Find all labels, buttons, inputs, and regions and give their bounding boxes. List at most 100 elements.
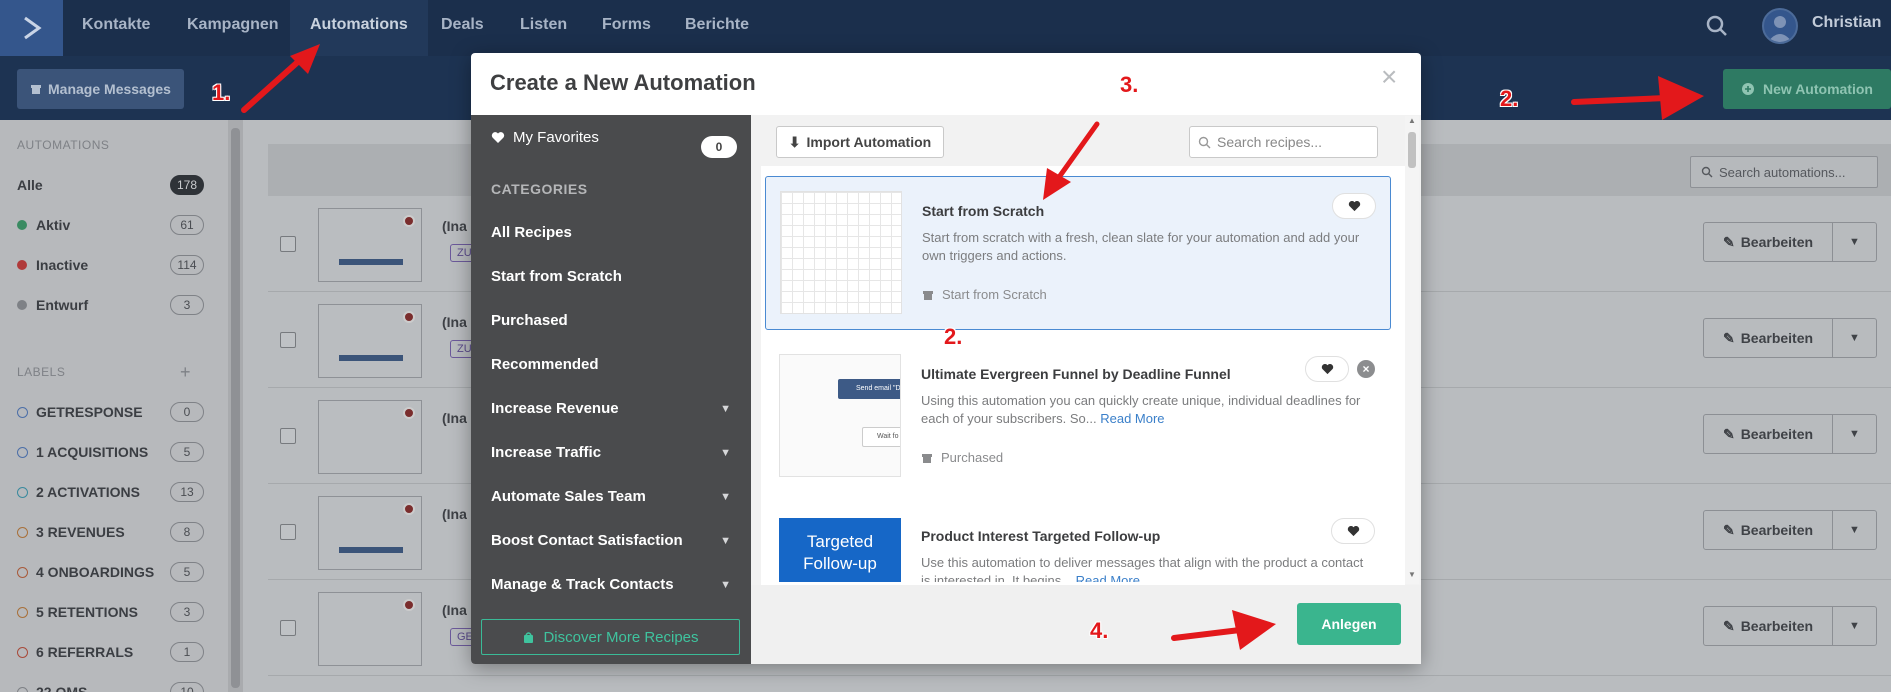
- category-label: All Recipes: [491, 224, 572, 241]
- label-count: 1: [170, 642, 204, 662]
- sidebar-scrollbar[interactable]: [228, 120, 243, 692]
- add-label-icon[interactable]: +: [180, 362, 191, 383]
- automation-thumbnail[interactable]: [318, 208, 422, 282]
- category-manage-track-contacts[interactable]: Manage & Track Contacts ▼: [491, 576, 736, 593]
- label-ring-icon: [17, 526, 28, 538]
- annotation-step-3: 3.: [1120, 72, 1139, 97]
- annotation-arrow-icon: [1043, 121, 1100, 200]
- recipe-card-product-interest[interactable]: Targeted Follow-up Product Interest Targ…: [765, 506, 1391, 582]
- label-name: 1 ACQUISITIONS: [36, 444, 149, 460]
- automation-thumbnail[interactable]: [318, 496, 422, 570]
- edit-dropdown-chevron-down-icon[interactable]: ▼: [1833, 318, 1877, 358]
- archive-icon: [922, 453, 932, 463]
- category-increase-traffic[interactable]: Increase Traffic ▼: [491, 444, 736, 461]
- category-label: Start from Scratch: [491, 268, 622, 285]
- row-checkbox[interactable]: [280, 620, 296, 636]
- status-filter-aktiv[interactable]: Aktiv 61: [0, 207, 228, 243]
- remove-recipe-close-icon[interactable]: ×: [1357, 360, 1375, 378]
- label-filter[interactable]: 22 OMS 10: [0, 674, 228, 692]
- create-button[interactable]: Anlegen: [1297, 603, 1401, 645]
- row-checkbox[interactable]: [280, 332, 296, 348]
- status-dot-icon: [403, 215, 415, 227]
- nav-item-deals[interactable]: Deals: [421, 0, 504, 56]
- import-automation-button[interactable]: ⬇ Import Automation: [776, 126, 944, 158]
- label-filter[interactable]: 4 ONBOARDINGS 5: [0, 554, 228, 590]
- nav-item-kontakte[interactable]: Kontakte: [62, 0, 170, 56]
- categories-title: CATEGORIES: [491, 181, 588, 197]
- scrollbar-thumb[interactable]: [231, 128, 240, 688]
- read-more-link[interactable]: Read More: [1076, 573, 1140, 582]
- automation-thumbnail[interactable]: [318, 592, 422, 666]
- scrollbar-thumb[interactable]: [1408, 132, 1416, 168]
- user-avatar[interactable]: [1762, 8, 1798, 44]
- read-more-link[interactable]: Read More: [1100, 411, 1164, 426]
- nav-item-forms[interactable]: Forms: [582, 0, 671, 56]
- category-increase-revenue[interactable]: Increase Revenue ▼: [491, 400, 736, 417]
- edit-button[interactable]: ✎ Bearbeiten: [1703, 414, 1833, 454]
- status-filter-entwurf[interactable]: Entwurf 3: [0, 287, 228, 323]
- user-name[interactable]: Christian: [1812, 14, 1881, 32]
- category-automate-sales-team[interactable]: Automate Sales Team ▼: [491, 488, 736, 505]
- my-favorites-item[interactable]: My Favorites: [491, 129, 599, 146]
- recipe-description: Start from scratch with a fresh, clean s…: [922, 230, 1360, 263]
- label-filter[interactable]: 5 RETENTIONS 3: [0, 594, 228, 630]
- edit-button[interactable]: ✎ Bearbeiten: [1703, 318, 1833, 358]
- favorite-heart-button[interactable]: [1305, 356, 1349, 382]
- edit-button[interactable]: ✎ Bearbeiten: [1703, 222, 1833, 262]
- status-label: Entwurf: [36, 297, 89, 313]
- status-filter-alle[interactable]: Alle 178: [0, 167, 228, 203]
- search-icon[interactable]: [1703, 12, 1731, 40]
- recipes-scrollbar[interactable]: ▲ ▼: [1405, 116, 1419, 584]
- label-filter[interactable]: 2 ACTIVATIONS 13: [0, 474, 228, 510]
- close-icon[interactable]: ×: [1381, 61, 1397, 93]
- automation-title[interactable]: (Ina: [442, 314, 467, 330]
- label-filter[interactable]: 6 REFERRALS 1: [0, 634, 228, 670]
- category-boost-contact-satisfaction[interactable]: Boost Contact Satisfaction ▼: [491, 532, 736, 549]
- automation-thumbnail[interactable]: [318, 400, 422, 474]
- category-start-from-scratch[interactable]: Start from Scratch: [491, 268, 736, 285]
- recipe-category: Start from Scratch: [922, 287, 1047, 302]
- chevron-down-icon: ▼: [720, 534, 731, 547]
- scroll-down-icon[interactable]: ▼: [1408, 570, 1416, 579]
- new-automation-button[interactable]: New Automation: [1723, 69, 1891, 109]
- automation-title[interactable]: (Ina: [442, 410, 467, 426]
- edit-dropdown-chevron-down-icon[interactable]: ▼: [1833, 222, 1877, 262]
- nav-item-berichte[interactable]: Berichte: [665, 0, 769, 56]
- edit-button[interactable]: ✎ Bearbeiten: [1703, 606, 1833, 646]
- category-recommended[interactable]: Recommended: [491, 356, 736, 373]
- category-purchased[interactable]: Purchased: [491, 312, 736, 329]
- label-filter[interactable]: GETRESPONSE 0: [0, 394, 228, 430]
- manage-messages-button[interactable]: Manage Messages: [17, 69, 184, 109]
- label-filter[interactable]: 3 REVENUES 8: [0, 514, 228, 550]
- recipe-category-label: Purchased: [941, 450, 1004, 465]
- automation-title[interactable]: (Ina: [442, 218, 467, 234]
- label-filter[interactable]: 1 ACQUISITIONS 5: [0, 434, 228, 470]
- app-logo[interactable]: [0, 0, 63, 56]
- favorite-heart-button[interactable]: [1331, 518, 1375, 544]
- edit-button[interactable]: ✎ Bearbeiten: [1703, 510, 1833, 550]
- scroll-up-icon[interactable]: ▲: [1408, 116, 1416, 125]
- search-automations-input[interactable]: Search automations...: [1690, 156, 1878, 188]
- search-recipes-input[interactable]: Search recipes...: [1189, 126, 1378, 158]
- label-name: 6 REFERRALS: [36, 644, 134, 660]
- category-label: Recommended: [491, 356, 599, 373]
- category-all-recipes[interactable]: All Recipes: [491, 224, 736, 241]
- row-checkbox[interactable]: [280, 524, 296, 540]
- status-filter-inactive[interactable]: Inactive 114: [0, 247, 228, 283]
- edit-dropdown-chevron-down-icon[interactable]: ▼: [1833, 414, 1877, 454]
- discover-more-recipes-button[interactable]: Discover More Recipes: [481, 619, 740, 655]
- automation-title[interactable]: (Ina: [442, 602, 467, 618]
- automation-title[interactable]: (Ina: [442, 506, 467, 522]
- thumbnail-bar: [339, 355, 403, 361]
- nav-item-listen[interactable]: Listen: [500, 0, 587, 56]
- row-checkbox[interactable]: [280, 236, 296, 252]
- edit-label: Bearbeiten: [1740, 330, 1814, 346]
- row-checkbox[interactable]: [280, 428, 296, 444]
- basket-icon: [524, 631, 534, 643]
- edit-dropdown-chevron-down-icon[interactable]: ▼: [1833, 510, 1877, 550]
- automation-thumbnail[interactable]: [318, 304, 422, 378]
- edit-dropdown-chevron-down-icon[interactable]: ▼: [1833, 606, 1877, 646]
- favorite-heart-button[interactable]: [1332, 193, 1376, 219]
- label-name: 3 REVENUES: [36, 524, 125, 540]
- recipe-card-evergreen-funnel[interactable]: Send email "Dyn Wait fo Ultimate Evergre…: [765, 340, 1391, 494]
